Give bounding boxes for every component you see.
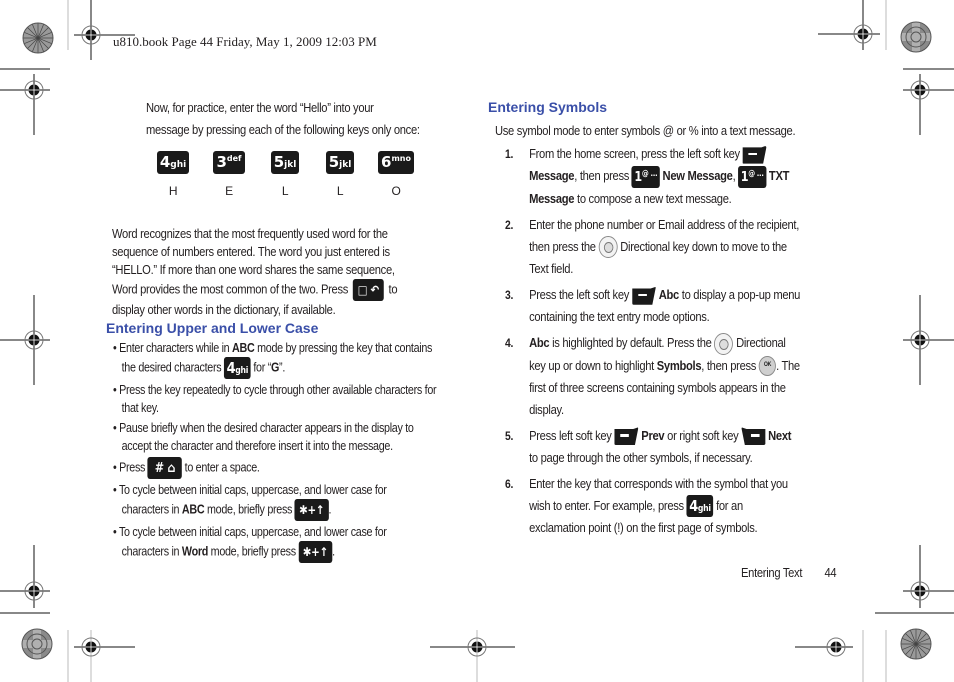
key-char-label: H (168, 184, 178, 198)
bullet-item: • To cycle between initial caps, upperca… (113, 525, 387, 539)
print-slug: u810.book Page 44 Friday, May 1, 2009 12… (113, 34, 377, 49)
para-line: display other words in the dictionary, i… (112, 302, 336, 317)
step-number: 3. (505, 288, 514, 303)
directional-key-icon (714, 332, 734, 355)
bullet-line: accept the character and therefore inser… (121, 439, 393, 453)
intro-line: message by pressing each of the followin… (146, 122, 420, 137)
step-number: 2. (505, 217, 514, 232)
starburst-mark-top-left (22, 22, 54, 54)
bullet-line: that key. (121, 401, 159, 415)
section-title-upper-lower: Entering Upper and Lower Case (106, 320, 319, 336)
para-line: sequence of numbers entered. The word yo… (112, 244, 390, 259)
key-char-label: L (281, 184, 289, 198)
quad-mark-bottom-left (21, 628, 53, 660)
para-line: Word recognizes that the most frequently… (112, 226, 388, 241)
intro-paragraph: Now, for practice, enter the word “Hello… (146, 97, 420, 141)
bullet-item: • Press # ⌂ to enter a space. (113, 457, 436, 479)
star-shift-key-icon: ✱+↑ (298, 541, 333, 563)
key-1-voicemail-icon: 1@ … (631, 165, 660, 188)
section-title-symbols: Entering Symbols (488, 99, 608, 115)
step-3: 3. Press the left soft key Abc to displa… (505, 284, 800, 328)
bullet-line: characters in ABC mode, briefly press ✱+… (113, 499, 436, 521)
left-soft-key-icon (742, 145, 767, 164)
starburst-mark-bottom-right (900, 628, 932, 660)
left-soft-key-icon (631, 286, 656, 305)
step-number: 1. (505, 147, 514, 161)
key-item: 4ghi H (153, 151, 193, 200)
key-char-label: L (336, 184, 344, 198)
directional-key-icon (598, 236, 618, 259)
symbol-steps: 1. From the home screen, press the left … (505, 143, 800, 539)
step-number: 4. (505, 336, 514, 351)
bullet-line: the desired characters 4ghi for “G”. (121, 357, 286, 379)
right-soft-key-icon (741, 427, 766, 446)
key-4ghi-icon: 4ghi (224, 357, 251, 379)
footer-section: Entering Text (741, 565, 803, 580)
bullet-item: • Press the key repeatedly to cycle thro… (113, 383, 437, 397)
key-char-label: O (391, 184, 401, 198)
intro-line: Now, for practice, enter the word “Hello… (146, 100, 374, 115)
step-number: 6. (505, 476, 514, 491)
step-6: 6. Enter the key that corresponds with t… (505, 473, 800, 540)
key-3def-icon: 3def (213, 151, 245, 174)
page-footer: Entering Text 44 (741, 564, 837, 582)
bullet-line: characters in Word mode, briefly press ✱… (113, 541, 436, 563)
key-item: 5jkl L (320, 151, 360, 200)
back-key-icon: □ ↶ (352, 279, 385, 301)
key-1-voicemail-icon: 1@ … (738, 165, 767, 188)
para-line: Word provides the most common of the two… (112, 279, 398, 301)
step-2: 2. Enter the phone number or Email addre… (505, 214, 800, 281)
step-number: 5. (505, 428, 514, 443)
quad-mark-top-right (900, 21, 932, 53)
key-5jkl-icon: 5jkl (325, 151, 355, 174)
bullet-item: • To cycle between initial caps, upperca… (113, 483, 387, 497)
hash-space-key-icon: # ⌂ (147, 457, 182, 479)
key-4ghi-icon: 4ghi (156, 151, 190, 174)
para-line: “HELLO.” If more than one word shares th… (112, 262, 395, 277)
star-shift-key-icon: ✱+↑ (294, 499, 329, 521)
key-5jkl-icon: 5jkl (270, 151, 300, 174)
page-number: 44 (824, 565, 837, 580)
step-1: 1. From the home screen, press the left … (505, 143, 800, 210)
key-item: 3def E (209, 151, 249, 200)
key-item: 6mno O (376, 151, 416, 200)
symbols-intro: Use symbol mode to enter symbols @ or % … (495, 123, 796, 138)
step-5: 5. Press left soft key Prev or right sof… (505, 425, 800, 469)
upper-lower-bullets: • Enter characters while in ABC mode by … (113, 339, 437, 563)
left-soft-key-icon (614, 427, 639, 446)
bullet-item: • Enter characters while in ABC mode by … (113, 341, 433, 355)
key-char-label: E (225, 184, 233, 198)
key-6mno-icon: 6mno (378, 151, 414, 174)
word-paragraph: Word recognizes that the most frequently… (112, 225, 398, 319)
step-4: 4. Abc is highlighted by default. Press … (505, 332, 800, 421)
ok-key-icon: OK (758, 356, 777, 377)
key-item: 5jkl L (265, 151, 305, 200)
key-4ghi-icon: 4ghi (686, 495, 714, 518)
bullet-item: • Pause briefly when the desired charact… (113, 421, 414, 435)
